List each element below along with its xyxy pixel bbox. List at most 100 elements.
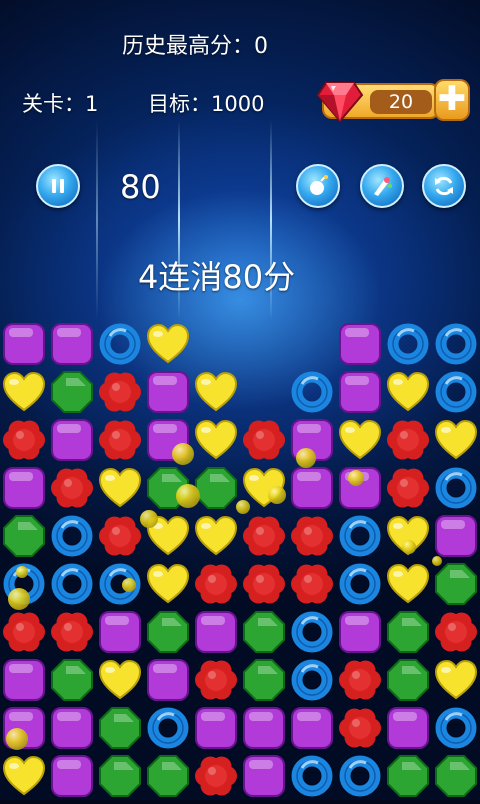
purple-square-candy[interactable] xyxy=(240,704,288,752)
red-flower-candy[interactable] xyxy=(96,512,144,560)
pause-icon xyxy=(52,179,64,193)
purple-square-candy[interactable] xyxy=(432,512,480,560)
buy-gems-button[interactable]: ✚ xyxy=(434,79,470,121)
bubble xyxy=(176,484,200,508)
refresh-button[interactable] xyxy=(422,164,466,208)
red-flower-candy[interactable] xyxy=(288,512,336,560)
blue-ring-candy[interactable] xyxy=(288,752,336,800)
red-flower-candy[interactable] xyxy=(96,368,144,416)
red-flower-candy[interactable] xyxy=(384,464,432,512)
red-flower-candy[interactable] xyxy=(288,560,336,608)
red-flower-candy[interactable] xyxy=(336,656,384,704)
blue-ring-candy[interactable] xyxy=(288,656,336,704)
purple-square-candy[interactable] xyxy=(144,368,192,416)
blue-ring-candy[interactable] xyxy=(336,512,384,560)
green-octagon-candy[interactable] xyxy=(192,464,240,512)
green-octagon-candy[interactable] xyxy=(384,752,432,800)
green-octagon-candy[interactable] xyxy=(48,368,96,416)
yellow-heart-candy[interactable] xyxy=(144,320,192,368)
yellow-heart-candy[interactable] xyxy=(432,416,480,464)
purple-square-candy[interactable] xyxy=(48,320,96,368)
green-octagon-candy[interactable] xyxy=(96,752,144,800)
green-octagon-candy[interactable] xyxy=(432,560,480,608)
yellow-heart-candy[interactable] xyxy=(192,416,240,464)
yellow-heart-candy[interactable] xyxy=(96,656,144,704)
blue-ring-candy[interactable] xyxy=(144,704,192,752)
green-octagon-candy[interactable] xyxy=(432,752,480,800)
red-flower-candy[interactable] xyxy=(240,512,288,560)
blue-ring-candy[interactable] xyxy=(96,320,144,368)
purple-square-candy[interactable] xyxy=(336,368,384,416)
blue-ring-candy[interactable] xyxy=(288,608,336,656)
purple-square-candy[interactable] xyxy=(144,656,192,704)
purple-square-candy[interactable] xyxy=(288,704,336,752)
yellow-heart-candy[interactable] xyxy=(0,752,48,800)
paint-button[interactable] xyxy=(360,164,404,208)
red-flower-candy[interactable] xyxy=(240,416,288,464)
green-octagon-candy[interactable] xyxy=(144,752,192,800)
yellow-heart-candy[interactable] xyxy=(384,368,432,416)
red-flower-candy[interactable] xyxy=(0,416,48,464)
purple-square-candy[interactable] xyxy=(0,656,48,704)
purple-square-candy[interactable] xyxy=(0,320,48,368)
red-flower-candy[interactable] xyxy=(192,560,240,608)
blue-ring-candy[interactable] xyxy=(48,512,96,560)
red-flower-candy[interactable] xyxy=(192,656,240,704)
yellow-heart-candy[interactable] xyxy=(96,464,144,512)
purple-square-candy[interactable] xyxy=(240,752,288,800)
purple-square-candy[interactable] xyxy=(48,752,96,800)
bubble xyxy=(16,566,28,578)
blue-ring-candy[interactable] xyxy=(336,560,384,608)
blue-ring-candy[interactable] xyxy=(384,320,432,368)
purple-square-candy[interactable] xyxy=(336,608,384,656)
red-flower-candy[interactable] xyxy=(0,608,48,656)
yellow-heart-candy[interactable] xyxy=(192,512,240,560)
red-flower-candy[interactable] xyxy=(96,416,144,464)
red-flower-candy[interactable] xyxy=(432,608,480,656)
yellow-heart-candy[interactable] xyxy=(336,416,384,464)
blue-ring-candy[interactable] xyxy=(288,368,336,416)
bubble xyxy=(140,510,158,528)
green-octagon-candy[interactable] xyxy=(384,656,432,704)
yellow-heart-candy[interactable] xyxy=(0,368,48,416)
green-octagon-candy[interactable] xyxy=(48,656,96,704)
green-octagon-candy[interactable] xyxy=(96,704,144,752)
blue-ring-candy[interactable] xyxy=(432,704,480,752)
green-octagon-candy[interactable] xyxy=(144,608,192,656)
red-flower-candy[interactable] xyxy=(336,704,384,752)
green-octagon-candy[interactable] xyxy=(240,608,288,656)
gem-count-well: 20 xyxy=(370,90,432,114)
purple-square-candy[interactable] xyxy=(288,464,336,512)
yellow-heart-candy[interactable] xyxy=(432,656,480,704)
bubble xyxy=(8,588,30,610)
pause-button[interactable] xyxy=(36,164,80,208)
green-octagon-candy[interactable] xyxy=(240,656,288,704)
green-octagon-candy[interactable] xyxy=(384,608,432,656)
purple-square-candy[interactable] xyxy=(192,704,240,752)
yellow-heart-candy[interactable] xyxy=(192,368,240,416)
red-flower-candy[interactable] xyxy=(384,416,432,464)
green-octagon-candy[interactable] xyxy=(0,512,48,560)
red-flower-candy[interactable] xyxy=(240,560,288,608)
blue-ring-candy[interactable] xyxy=(432,368,480,416)
purple-square-candy[interactable] xyxy=(336,320,384,368)
blue-ring-candy[interactable] xyxy=(96,560,144,608)
blue-ring-candy[interactable] xyxy=(432,464,480,512)
purple-square-candy[interactable] xyxy=(0,464,48,512)
purple-square-candy[interactable] xyxy=(192,608,240,656)
yellow-heart-candy[interactable] xyxy=(144,560,192,608)
purple-square-candy[interactable] xyxy=(48,704,96,752)
bubble xyxy=(6,728,28,750)
blue-ring-candy[interactable] xyxy=(48,560,96,608)
blue-ring-candy[interactable] xyxy=(432,320,480,368)
red-flower-candy[interactable] xyxy=(48,608,96,656)
purple-square-candy[interactable] xyxy=(384,704,432,752)
game-hud: 历史最高分：0 关卡：1 目标：1000 20 ✚ 80 4连消80分 xyxy=(0,0,480,320)
purple-square-candy[interactable] xyxy=(48,416,96,464)
red-flower-candy[interactable] xyxy=(192,752,240,800)
red-flower-candy[interactable] xyxy=(48,464,96,512)
blue-ring-candy[interactable] xyxy=(336,752,384,800)
bomb-button[interactable] xyxy=(296,164,340,208)
purple-square-candy[interactable] xyxy=(96,608,144,656)
yellow-heart-candy[interactable] xyxy=(384,560,432,608)
